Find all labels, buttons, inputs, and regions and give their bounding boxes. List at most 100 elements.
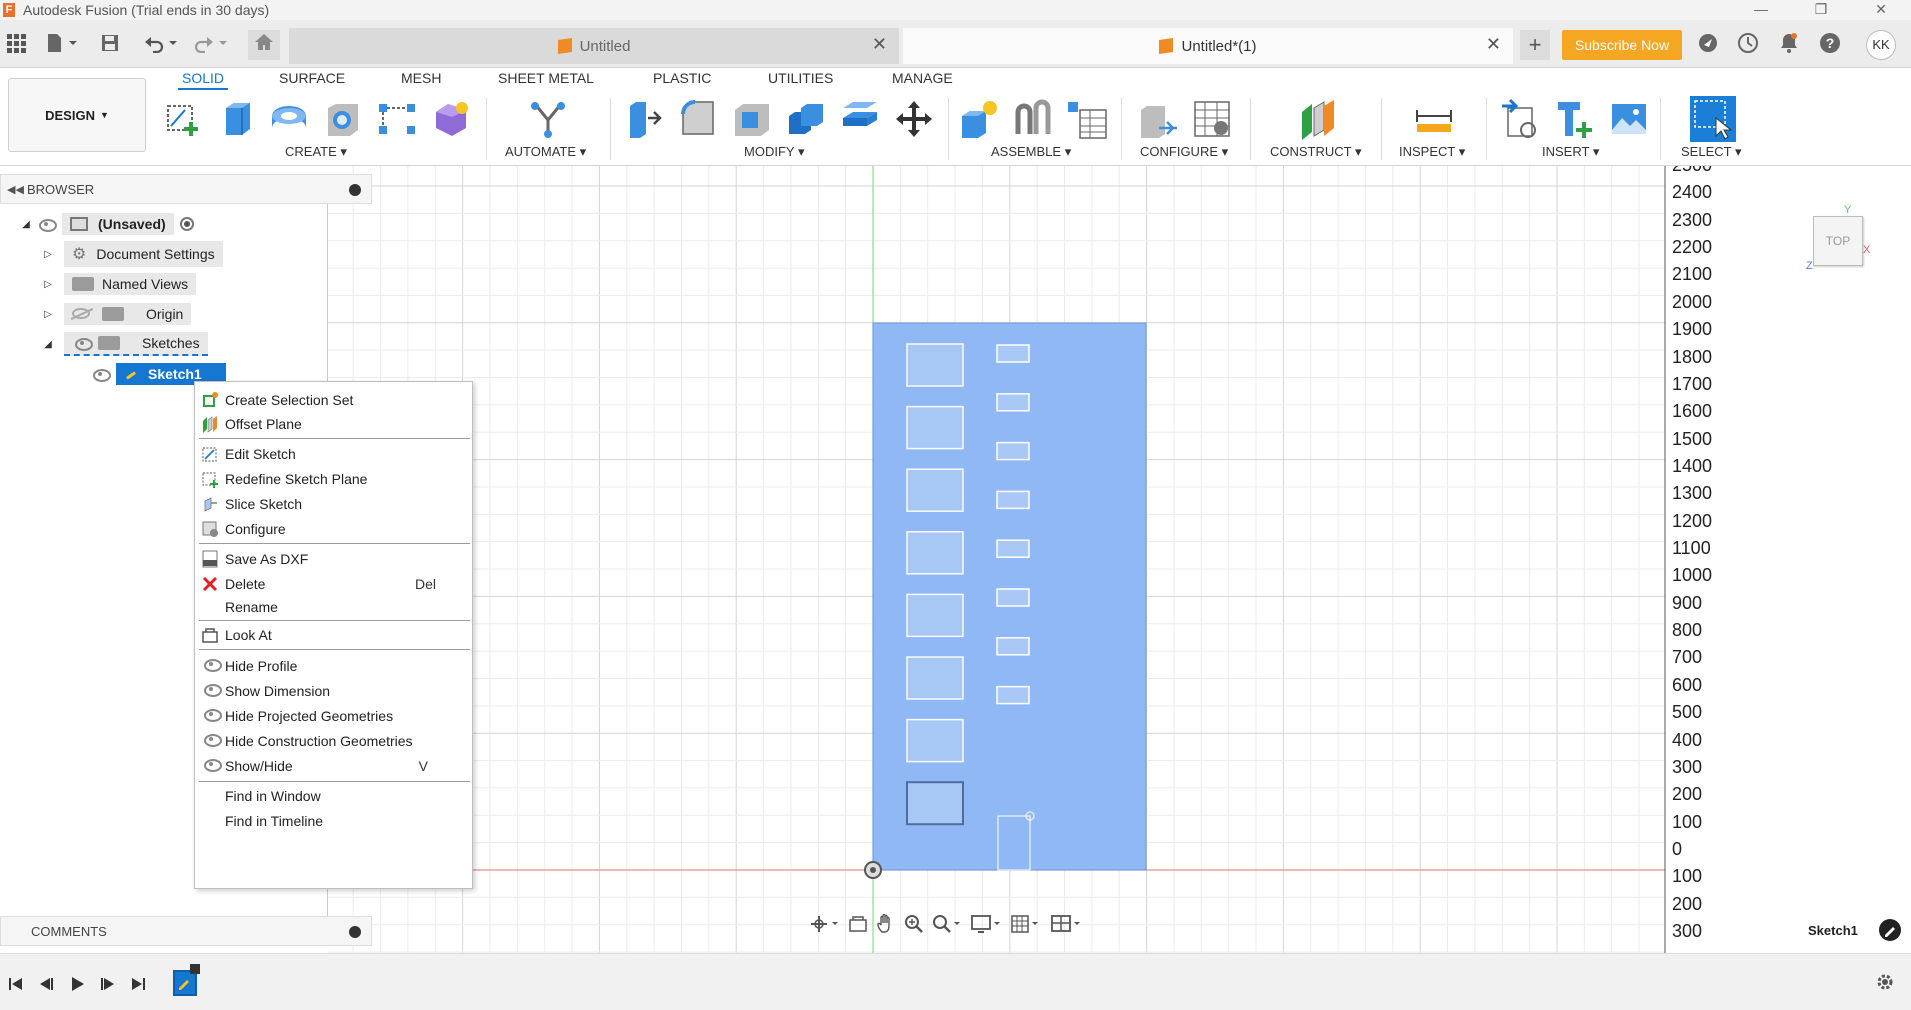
close-window-button[interactable]: ✕ <box>1851 0 1911 20</box>
workspace-switcher-button[interactable]: DESIGN ▼ <box>8 78 146 152</box>
visibility-eye-icon[interactable] <box>36 217 58 232</box>
bill-of-materials-icon[interactable] <box>1066 98 1108 140</box>
joint-icon[interactable] <box>1012 98 1054 140</box>
menu-item-create-selection-set[interactable]: Create Selection Set <box>195 388 472 412</box>
undo-icon[interactable] <box>142 33 182 55</box>
create-sketch-icon[interactable] <box>163 98 205 140</box>
visibility-eye-icon[interactable] <box>90 367 112 382</box>
sketch-sub-profile[interactable] <box>906 468 964 512</box>
menu-item-show-dimension[interactable]: Show Dimension <box>195 679 472 703</box>
look-at-icon[interactable] <box>848 915 868 936</box>
browser-pin-icon[interactable] <box>349 184 361 196</box>
sketch-sub-profile[interactable] <box>996 490 1030 510</box>
collapsed-triangle-icon[interactable]: ▷ <box>42 279 54 290</box>
play-icon[interactable] <box>70 976 86 995</box>
home-icon[interactable] <box>248 30 280 60</box>
root-component-chip[interactable]: (Unsaved) <box>62 213 174 235</box>
save-icon[interactable] <box>98 33 122 55</box>
go-to-start-icon[interactable] <box>8 976 24 995</box>
sketch-sub-profile[interactable] <box>996 539 1030 558</box>
move-copy-icon[interactable] <box>893 98 935 140</box>
insert-derive-icon[interactable] <box>1500 98 1542 140</box>
sketch-sub-profile[interactable] <box>906 656 964 700</box>
pattern-icon[interactable] <box>376 98 418 140</box>
tab-utilities[interactable]: UTILITIES <box>768 70 833 90</box>
viewcube-top-face[interactable]: TOP <box>1813 216 1863 266</box>
collapse-browser-icon[interactable]: ◀◀ <box>7 183 27 196</box>
select-icon[interactable] <box>1688 94 1738 144</box>
data-panel-grid-icon[interactable] <box>4 33 28 55</box>
sketch-sub-profile[interactable] <box>996 441 1030 461</box>
subscribe-now-button[interactable]: Subscribe Now <box>1562 30 1682 60</box>
hidden-eye-icon[interactable] <box>70 308 94 320</box>
sketch-sub-profile[interactable] <box>906 531 964 575</box>
notifications-bell-icon[interactable] <box>1777 32 1801 56</box>
sketch-sub-profile[interactable] <box>906 593 964 638</box>
viewport-canvas[interactable]: 2500240023002200210020001900180017001600… <box>328 166 1911 953</box>
group-inspect-label[interactable]: INSPECT ▾ <box>1399 144 1465 160</box>
document-settings-chip[interactable]: ⚙ Document Settings <box>64 241 223 267</box>
timeline-marker-icon[interactable] <box>190 964 200 974</box>
group-automate-label[interactable]: AUTOMATE ▾ <box>505 144 586 160</box>
group-modify-label[interactable]: MODIFY ▾ <box>744 144 804 160</box>
fillet-icon[interactable] <box>677 98 719 140</box>
menu-item-hide-construction-geometries[interactable]: Hide Construction Geometries <box>195 729 472 753</box>
grid-settings-icon[interactable] <box>1010 914 1042 937</box>
menu-item-redefine-sketch-plane[interactable]: Redefine Sketch Plane <box>195 467 472 491</box>
hole-icon[interactable] <box>322 98 364 140</box>
new-component-icon[interactable] <box>958 98 1000 140</box>
sketch-sub-profile[interactable] <box>906 718 964 763</box>
named-views-chip[interactable]: Named Views <box>64 273 197 295</box>
tab-sheet-metal[interactable]: SHEET METAL <box>498 70 594 90</box>
sketch-sub-profile[interactable] <box>996 588 1030 607</box>
sketch-sub-profile[interactable] <box>996 685 1030 705</box>
step-back-icon[interactable] <box>38 976 54 995</box>
document-tab-untitled[interactable]: Untitled ✕ <box>289 28 899 64</box>
menu-item-offset-plane[interactable]: Offset Plane <box>195 412 472 436</box>
job-status-icon[interactable] <box>1736 32 1760 56</box>
menu-item-save-as-dxf[interactable]: Save As DXF <box>195 547 472 571</box>
measure-icon[interactable] <box>1413 98 1455 140</box>
menu-item-find-in-window[interactable]: Find in Window <box>195 784 472 808</box>
tab-solid[interactable]: SOLID <box>178 70 229 90</box>
sketch-sub-profile[interactable] <box>996 637 1030 656</box>
help-icon[interactable]: ? <box>1818 32 1842 56</box>
automate-icon[interactable] <box>527 98 569 140</box>
tab-plastic[interactable]: PLASTIC <box>653 70 711 90</box>
expanded-triangle-icon[interactable]: ◢ <box>20 219 32 230</box>
menu-item-show-hide[interactable]: Show/Hide V <box>195 754 472 778</box>
expanded-triangle-icon[interactable]: ◢ <box>42 339 54 350</box>
maximize-button[interactable]: ❐ <box>1791 0 1851 20</box>
tree-item-root[interactable]: ◢ (Unsaved) <box>20 212 194 236</box>
collapsed-triangle-icon[interactable]: ▷ <box>42 249 54 260</box>
file-menu-icon[interactable] <box>44 33 80 55</box>
insert-mcmaster-icon[interactable] <box>1554 98 1596 140</box>
pan-hand-icon[interactable] <box>876 913 896 937</box>
menu-item-configure[interactable]: Configure <box>195 517 472 541</box>
extensions-icon[interactable] <box>1696 32 1720 56</box>
zoom-icon[interactable] <box>904 914 924 937</box>
menu-item-edit-sketch[interactable]: Edit Sketch <box>195 442 472 466</box>
extrude-icon[interactable] <box>216 98 258 140</box>
user-avatar[interactable]: KK <box>1866 30 1896 60</box>
comments-panel-header[interactable]: COMMENTS <box>0 916 372 946</box>
group-insert-label[interactable]: INSERT ▾ <box>1542 144 1599 160</box>
menu-item-look-at[interactable]: Look At <box>195 623 472 647</box>
group-configure-label[interactable]: CONFIGURE ▾ <box>1140 144 1228 160</box>
minimize-button[interactable]: — <box>1731 0 1791 20</box>
press-pull-icon[interactable] <box>624 98 666 140</box>
viewports-icon[interactable] <box>1050 914 1082 937</box>
tree-item-sketches[interactable]: ◢ Sketches <box>42 332 208 356</box>
tab-mesh[interactable]: MESH <box>401 70 441 90</box>
zoom-window-icon[interactable] <box>932 914 962 937</box>
sketch-sub-profile[interactable] <box>996 344 1030 363</box>
combine-icon[interactable] <box>785 98 827 140</box>
offset-face-icon[interactable] <box>839 98 881 140</box>
menu-item-slice-sketch[interactable]: Slice Sketch <box>195 492 472 516</box>
offset-plane-icon[interactable] <box>1296 98 1338 140</box>
sketches-chip[interactable]: Sketches <box>64 332 208 356</box>
browser-panel-header[interactable]: ◀◀ BROWSER <box>0 174 372 204</box>
tree-item-named-views[interactable]: ▷ Named Views <box>42 272 197 296</box>
sketch-sub-profile[interactable] <box>906 781 964 826</box>
visibility-eye-icon[interactable] <box>72 336 94 351</box>
